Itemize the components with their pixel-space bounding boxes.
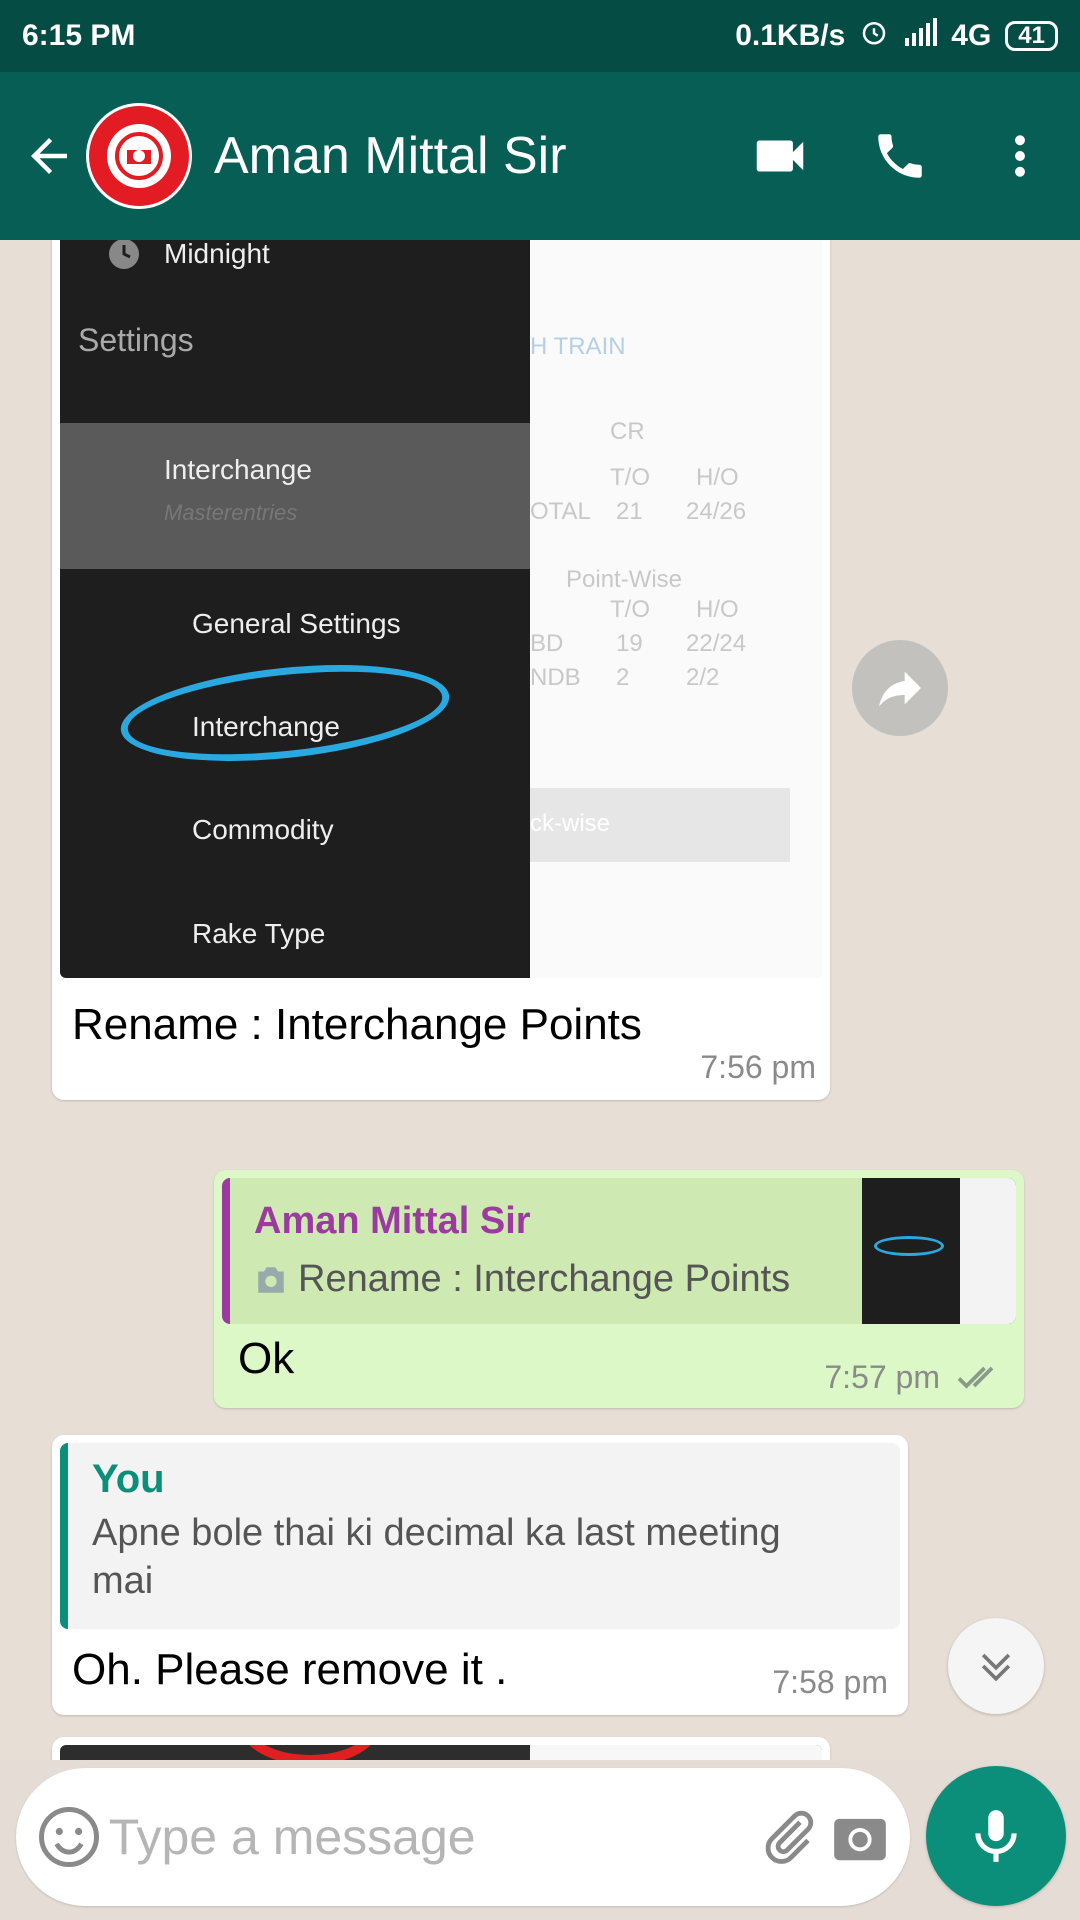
indian-railways-logo bbox=[89, 106, 189, 206]
quoted-message[interactable]: Aman Mittal Sir Rename : Interchange Poi… bbox=[222, 1178, 1016, 1324]
image-caption: Rename : Interchange Points bbox=[72, 1000, 642, 1049]
attach-button[interactable] bbox=[752, 1782, 824, 1892]
message-time: 7:56 pm bbox=[700, 1049, 816, 1085]
message-image[interactable]: H TRAIN CR T/O H/O OTAL 21 24/26 Point-W… bbox=[60, 240, 822, 978]
contact-name[interactable]: Aman Mittal Sir bbox=[214, 126, 720, 186]
faded-text: 19 bbox=[616, 630, 643, 657]
message-time: 7:57 pm bbox=[824, 1359, 940, 1395]
video-call-icon bbox=[756, 140, 804, 172]
faded-text: OTAL bbox=[530, 498, 591, 525]
outgoing-reply-message[interactable]: Aman Mittal Sir Rename : Interchange Poi… bbox=[214, 1170, 1024, 1408]
faded-text: CR bbox=[610, 418, 645, 445]
message-input-bar bbox=[16, 1768, 910, 1906]
message-input[interactable] bbox=[108, 1808, 752, 1866]
message-text: Oh. Please remove it . bbox=[72, 1645, 508, 1694]
faded-text: H TRAIN bbox=[530, 333, 626, 360]
battery-level: 41 bbox=[1005, 21, 1058, 51]
quoted-message[interactable]: You Apne bole thai ki decimal ka last me… bbox=[60, 1443, 900, 1629]
phone-icon bbox=[878, 134, 922, 178]
camera-small-icon bbox=[258, 1266, 284, 1293]
faded-text: H/O bbox=[696, 464, 739, 491]
thumbnail-circle bbox=[874, 1236, 944, 1256]
quote-author: You bbox=[92, 1457, 165, 1501]
signal-icon bbox=[903, 18, 938, 54]
drawer-selected-band bbox=[60, 423, 530, 569]
faded-text: ck-wise bbox=[530, 810, 611, 837]
message-time: 7:58 pm bbox=[772, 1664, 888, 1700]
voice-call-button[interactable] bbox=[840, 106, 960, 206]
screenshot-drawer: Midnight Settings Interchange Masterentr… bbox=[60, 240, 530, 978]
drawer-settings: Settings bbox=[78, 322, 194, 358]
image-message-partial[interactable] bbox=[52, 1737, 830, 1760]
message-text: Ok bbox=[238, 1334, 295, 1383]
network-speed: 0.1KB/s bbox=[735, 19, 846, 52]
faded-text: Point-Wise bbox=[566, 566, 683, 593]
image-light-area bbox=[530, 1745, 822, 1760]
faded-dropdown: ck-wise bbox=[530, 788, 790, 862]
forward-button[interactable] bbox=[852, 640, 948, 736]
screenshot-background: H TRAIN CR T/O H/O OTAL 21 24/26 Point-W… bbox=[530, 240, 822, 978]
forward-icon bbox=[879, 671, 921, 707]
faded-text: T/O bbox=[610, 464, 650, 491]
voice-record-button[interactable] bbox=[926, 1766, 1066, 1906]
drawer-rake-type: Rake Type bbox=[192, 918, 326, 949]
faded-text: 24/26 bbox=[686, 498, 747, 525]
highlight-circle bbox=[116, 650, 454, 776]
quote-author: Aman Mittal Sir bbox=[254, 1200, 531, 1242]
thumbnail-light-panel bbox=[960, 1178, 1016, 1324]
faded-text: BD bbox=[530, 630, 564, 657]
status-indicators: 0.1KB/s 4G 41 bbox=[735, 17, 1058, 55]
drawer-commodity: Commodity bbox=[192, 814, 334, 845]
back-arrow-icon bbox=[31, 138, 67, 174]
quote-text: Rename : Interchange Points bbox=[298, 1258, 791, 1300]
double-chevron-down-icon bbox=[981, 1653, 1011, 1682]
more-options-button[interactable] bbox=[960, 106, 1080, 206]
clock-icon bbox=[106, 240, 142, 277]
alarm-icon bbox=[859, 17, 889, 55]
faded-text: 2/2 bbox=[686, 664, 720, 691]
faded-text: H/O bbox=[696, 596, 739, 623]
scroll-to-bottom-button[interactable] bbox=[948, 1618, 1044, 1714]
chat-area[interactable]: H TRAIN CR T/O H/O OTAL 21 24/26 Point-W… bbox=[0, 240, 1080, 1760]
camera-button[interactable] bbox=[824, 1782, 896, 1892]
image-message[interactable]: H TRAIN CR T/O H/O OTAL 21 24/26 Point-W… bbox=[52, 240, 830, 1100]
double-check-icon bbox=[957, 1366, 994, 1389]
more-vert-icon bbox=[1015, 135, 1025, 177]
faded-text: T/O bbox=[610, 596, 650, 623]
status-time: 6:15 PM bbox=[22, 19, 136, 52]
faded-text: 22/24 bbox=[686, 630, 747, 657]
drawer-masterentries: Masterentries bbox=[164, 500, 298, 525]
drawer-general-settings: General Settings bbox=[192, 608, 401, 639]
back-button[interactable] bbox=[4, 106, 94, 206]
quote-text-wrap: Rename : Interchange Points bbox=[254, 1258, 790, 1301]
quote-thumbnail bbox=[862, 1178, 1016, 1324]
faded-text: 21 bbox=[616, 498, 643, 525]
image-red-logo bbox=[240, 1745, 380, 1760]
avatar[interactable] bbox=[86, 103, 192, 209]
quote-text: Apne bole thai ki decimal ka last meetin… bbox=[92, 1512, 781, 1602]
drawer-midnight: Midnight bbox=[164, 240, 270, 269]
microphone-icon bbox=[975, 1810, 1017, 1862]
video-call-button[interactable] bbox=[720, 106, 840, 206]
faded-text: NDB bbox=[530, 664, 581, 691]
paperclip-icon bbox=[765, 1810, 813, 1864]
network-type: 4G bbox=[951, 19, 992, 52]
status-bar: 6:15 PM 0.1KB/s 4G 41 bbox=[0, 0, 1080, 72]
incoming-reply-message[interactable]: You Apne bole thai ki decimal ka last me… bbox=[52, 1435, 908, 1715]
faded-text: 2 bbox=[616, 664, 630, 691]
camera-icon bbox=[834, 1818, 886, 1861]
emoji-button[interactable] bbox=[30, 1777, 109, 1897]
drawer-interchange-header: Interchange bbox=[164, 454, 312, 485]
emoji-icon bbox=[39, 1807, 100, 1867]
message-image[interactable] bbox=[60, 1745, 822, 1760]
chat-header: Aman Mittal Sir bbox=[0, 72, 1080, 240]
